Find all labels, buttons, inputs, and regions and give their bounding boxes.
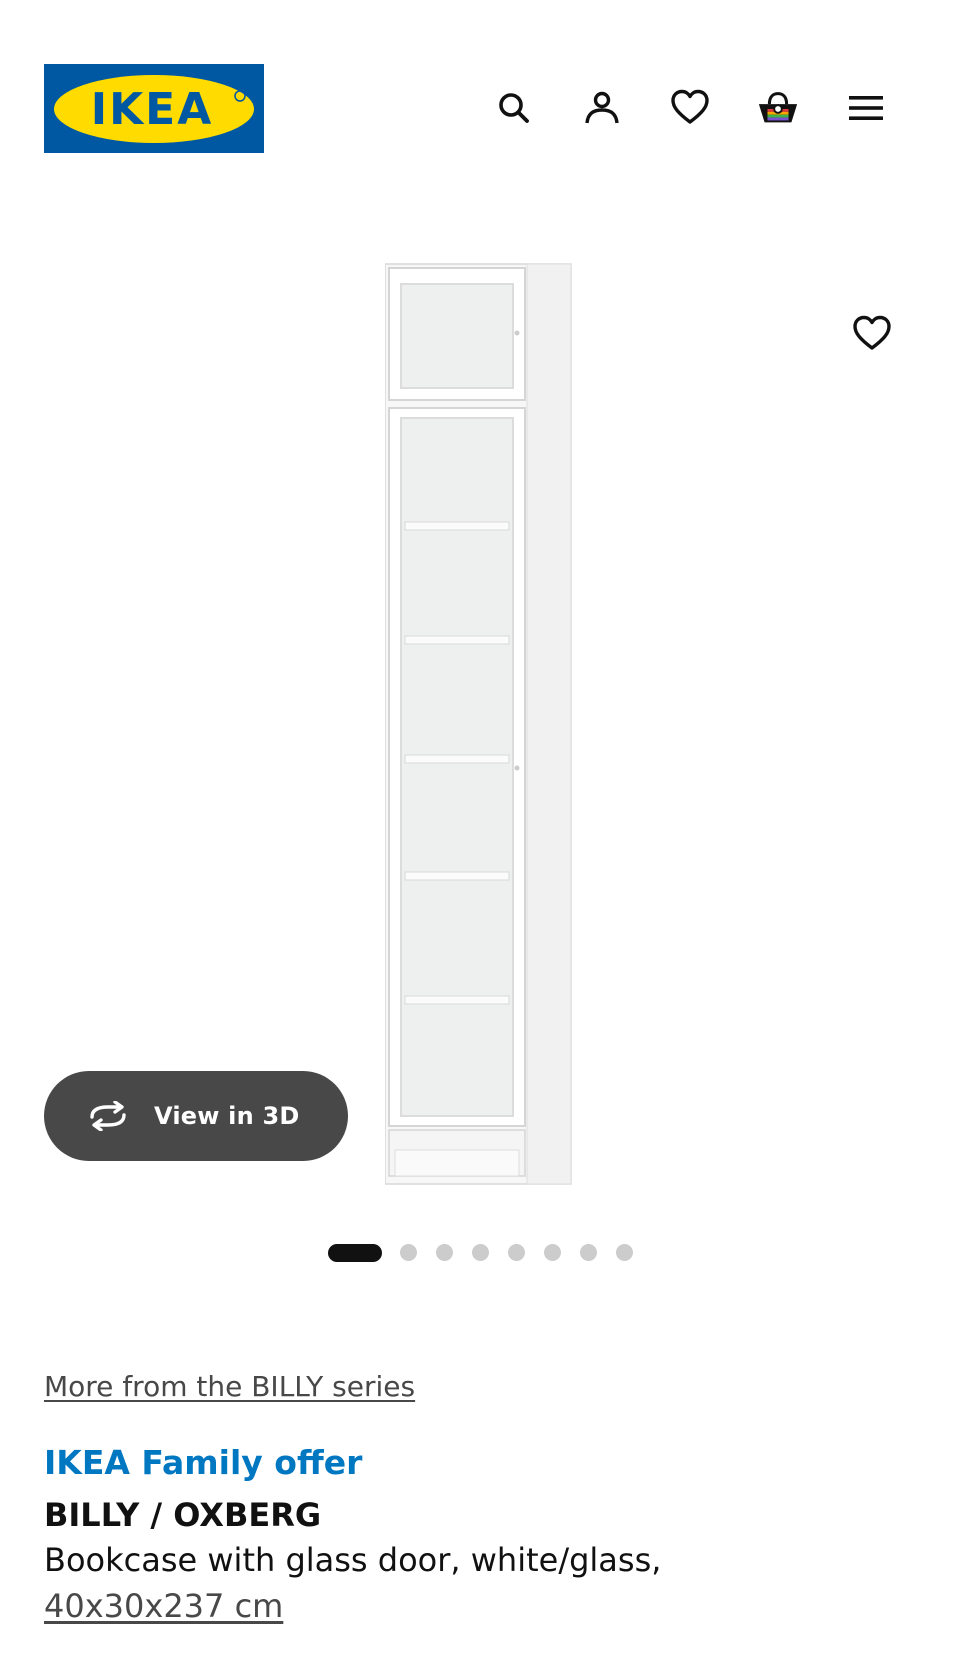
account-icon[interactable] — [580, 86, 624, 130]
slide-dot-7[interactable] — [580, 1244, 597, 1261]
view-in-3d-label: View in 3D — [154, 1102, 300, 1130]
slide-dot-8[interactable] — [616, 1244, 633, 1261]
product-description: Bookcase with glass door, white/glass, — [44, 1541, 662, 1579]
series-link[interactable]: More from the BILLY series — [44, 1370, 415, 1403]
product-gallery[interactable]: View in 3D — [0, 230, 960, 1210]
slide-dot-2[interactable] — [400, 1244, 417, 1261]
product-dimensions-link[interactable]: 40x30x237 cm — [44, 1587, 283, 1625]
svg-text:IKEA: IKEA — [91, 84, 214, 135]
product-name: BILLY / OXBERG — [44, 1496, 322, 1534]
slide-dot-4[interactable] — [472, 1244, 489, 1261]
slide-dot-1[interactable] — [328, 1244, 382, 1262]
heart-icon[interactable] — [668, 86, 712, 130]
basket-icon[interactable] — [756, 86, 800, 130]
site-header: IKEA — [0, 0, 960, 200]
menu-icon[interactable] — [844, 86, 888, 130]
slide-dot-3[interactable] — [436, 1244, 453, 1261]
view-in-3d-button[interactable]: View in 3D — [44, 1071, 348, 1161]
gallery-pagination — [0, 1240, 960, 1264]
product-image — [385, 263, 572, 1185]
family-offer-label: IKEA Family offer — [44, 1443, 363, 1482]
rotate-3d-icon — [84, 1101, 132, 1131]
slide-dot-6[interactable] — [544, 1244, 561, 1261]
ikea-logo[interactable]: IKEA — [44, 64, 264, 153]
search-icon[interactable] — [492, 86, 536, 130]
slide-dot-5[interactable] — [508, 1244, 525, 1261]
add-to-favourites-icon[interactable] — [848, 310, 896, 358]
